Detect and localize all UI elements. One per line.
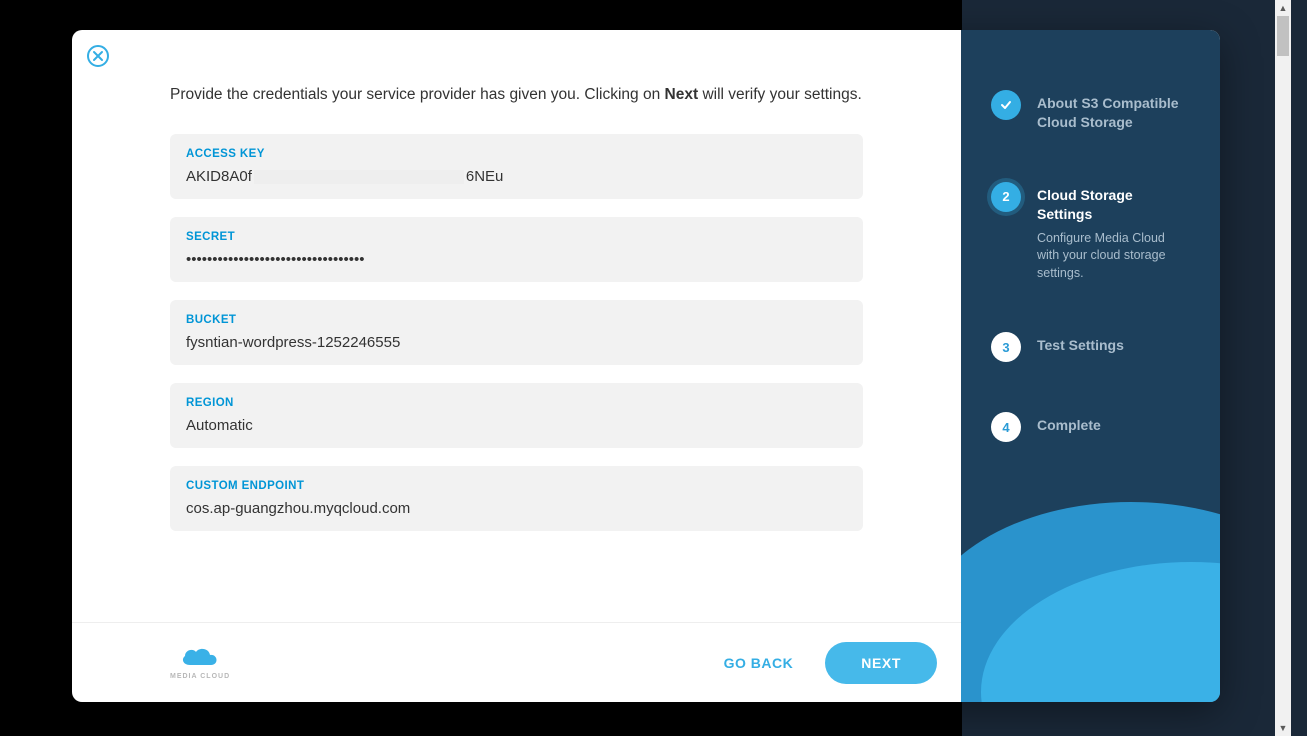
step-1-badge [991, 90, 1021, 120]
endpoint-label: CUSTOM ENDPOINT [186, 480, 847, 492]
step-2-badge: 2 [991, 182, 1021, 212]
step-2-title: Cloud Storage Settings [1037, 186, 1190, 224]
instruction-pre: Provide the credentials your service pro… [170, 86, 665, 103]
wizard-content: Provide the credentials your service pro… [72, 30, 961, 622]
step-2-desc: Configure Media Cloud with your cloud st… [1037, 230, 1190, 283]
instruction-post: will verify your settings. [698, 86, 862, 103]
next-button[interactable]: NEXT [825, 642, 937, 684]
step-1[interactable]: About S3 Compatible Cloud Storage [991, 90, 1190, 132]
browser-scrollbar[interactable]: ▲ ▼ [1275, 0, 1291, 736]
access-key-redacted [254, 170, 464, 184]
step-1-title: About S3 Compatible Cloud Storage [1037, 94, 1190, 132]
step-3-badge: 3 [991, 332, 1021, 362]
access-key-field[interactable]: ACCESS KEY AKID8A0f 6NEu [170, 134, 863, 199]
bucket-field[interactable]: BUCKET fysntian-wordpress-1252246555 [170, 300, 863, 365]
step-4-title: Complete [1037, 416, 1190, 435]
secret-field[interactable]: SECRET •••••••••••••••••••••••••••••••••… [170, 217, 863, 282]
scroll-down-arrow-icon[interactable]: ▼ [1275, 720, 1291, 736]
secret-value: •••••••••••••••••••••••••••••••••• [186, 251, 847, 268]
check-icon [999, 98, 1013, 112]
step-3-body: Test Settings [1037, 332, 1190, 355]
step-2-body: Cloud Storage Settings Configure Media C… [1037, 182, 1190, 282]
step-1-body: About S3 Compatible Cloud Storage [1037, 90, 1190, 132]
step-4[interactable]: 4 Complete [991, 412, 1190, 442]
close-icon [86, 44, 110, 68]
instruction-bold: Next [665, 86, 699, 103]
wizard-modal: Provide the credentials your service pro… [72, 30, 1220, 702]
access-key-value: AKID8A0f 6NEu [186, 168, 847, 185]
go-back-button[interactable]: GO BACK [724, 655, 794, 671]
step-2[interactable]: 2 Cloud Storage Settings Configure Media… [991, 182, 1190, 282]
scrollbar-thumb[interactable] [1277, 16, 1289, 56]
secret-label: SECRET [186, 231, 847, 243]
region-value: Automatic [186, 417, 847, 434]
region-field[interactable]: REGION Automatic [170, 383, 863, 448]
instruction-text: Provide the credentials your service pro… [170, 86, 863, 104]
step-3-title: Test Settings [1037, 336, 1190, 355]
scroll-up-arrow-icon[interactable]: ▲ [1275, 0, 1291, 16]
logo-text: MEDIA CLOUD [170, 673, 230, 680]
media-cloud-logo: MEDIA CLOUD [170, 645, 230, 680]
step-3[interactable]: 3 Test Settings [991, 332, 1190, 362]
wizard-footer: MEDIA CLOUD GO BACK NEXT [72, 622, 961, 702]
app-viewport: Provide the credentials your service pro… [0, 0, 1291, 736]
access-key-prefix: AKID8A0f [186, 168, 252, 185]
endpoint-field[interactable]: CUSTOM ENDPOINT cos.ap-guangzhou.myqclou… [170, 466, 863, 531]
wizard-main-panel: Provide the credentials your service pro… [72, 30, 961, 702]
access-key-suffix: 6NEu [466, 168, 504, 185]
region-label: REGION [186, 397, 847, 409]
step-4-body: Complete [1037, 412, 1190, 435]
cloud-icon [178, 645, 222, 671]
endpoint-value: cos.ap-guangzhou.myqcloud.com [186, 500, 847, 517]
access-key-label: ACCESS KEY [186, 148, 847, 160]
bucket-value: fysntian-wordpress-1252246555 [186, 334, 847, 351]
bucket-label: BUCKET [186, 314, 847, 326]
wizard-sidebar: About S3 Compatible Cloud Storage 2 Clou… [961, 30, 1220, 702]
close-button[interactable] [86, 44, 110, 68]
step-4-badge: 4 [991, 412, 1021, 442]
